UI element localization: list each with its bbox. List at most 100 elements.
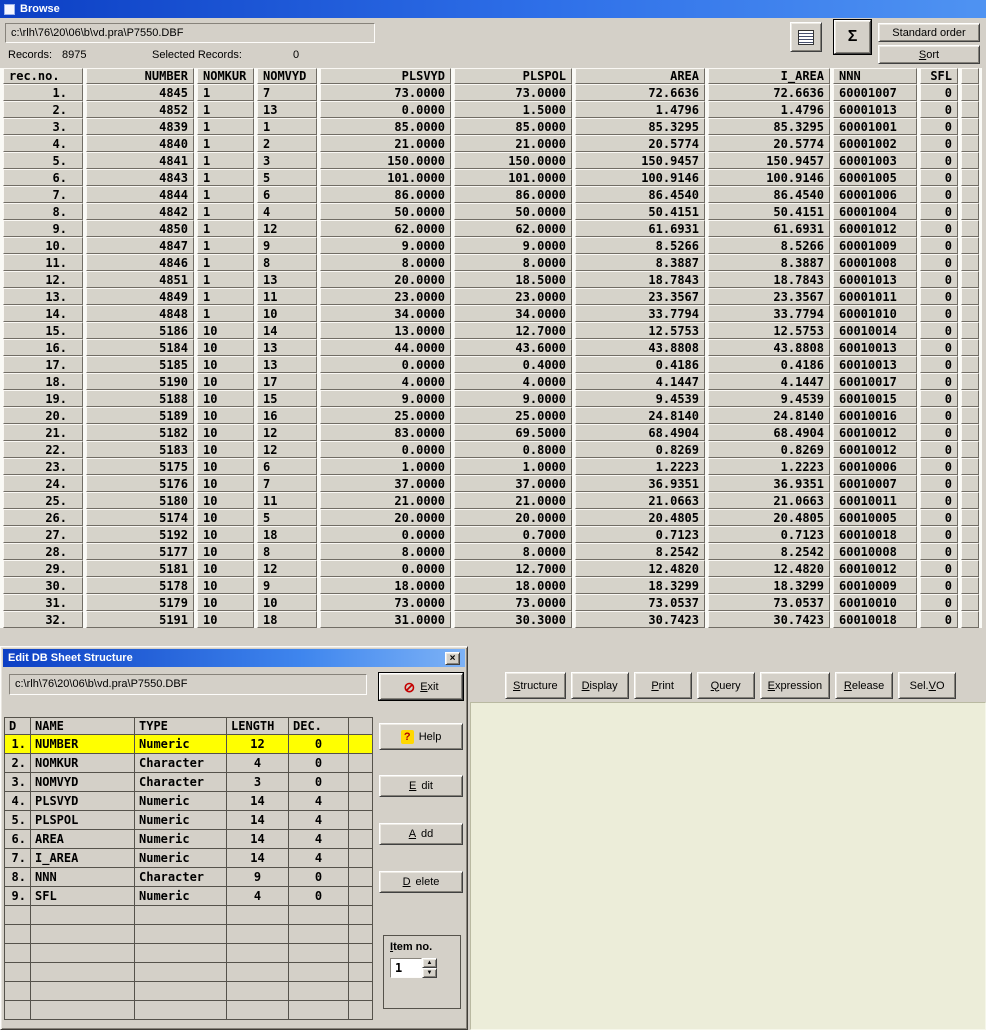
print-button[interactable]: Print <box>634 672 692 699</box>
cell-no: 1. <box>5 735 31 754</box>
table-row[interactable]: 15. 5186 10 14 13.0000 12.7000 12.5753 1… <box>3 322 979 339</box>
table-row[interactable]: 22. 5183 10 12 0.0000 0.8000 0.8269 0.82… <box>3 441 979 458</box>
notes-button[interactable] <box>790 22 822 52</box>
table-row[interactable]: 18. 5190 10 17 4.0000 4.0000 4.1447 4.14… <box>3 373 979 390</box>
structure-row[interactable]: 8. NNN Character 9 0 <box>5 868 373 887</box>
table-row[interactable]: 2. 4852 1 13 0.0000 1.5000 1.4796 1.4796… <box>3 101 979 118</box>
table-row[interactable]: 11. 4846 1 8 8.0000 8.0000 8.3887 8.3887… <box>3 254 979 271</box>
edit-button[interactable]: Edit <box>379 775 463 797</box>
cell-spare <box>961 560 979 577</box>
table-row[interactable]: 10. 4847 1 9 9.0000 9.0000 8.5266 8.5266… <box>3 237 979 254</box>
selected-records-value: 0 <box>293 49 299 61</box>
sigma-icon: Σ <box>848 28 858 46</box>
table-row[interactable]: 27. 5192 10 18 0.0000 0.7000 0.7123 0.71… <box>3 526 979 543</box>
table-row[interactable]: 1. 4845 1 7 73.0000 73.0000 72.6636 72.6… <box>3 84 979 101</box>
cell-nomkur: 10 <box>197 356 254 373</box>
cell-number: 5175 <box>86 458 194 475</box>
cell-number: 4843 <box>86 169 194 186</box>
cell-nnn: 60010011 <box>833 492 917 509</box>
structure-row[interactable]: 1. NUMBER Numeric 12 0 <box>5 735 373 754</box>
cell-spare <box>961 526 979 543</box>
table-row[interactable]: 6. 4843 1 5 101.0000 101.0000 100.9146 1… <box>3 169 979 186</box>
cell-dec: 0 <box>289 773 349 792</box>
close-icon[interactable]: × <box>445 652 460 665</box>
cell-i-area: 43.8808 <box>708 339 830 356</box>
cell-i-area: 30.7423 <box>708 611 830 628</box>
table-row[interactable]: 21. 5182 10 12 83.0000 69.5000 68.4904 6… <box>3 424 979 441</box>
cell-plsvyd: 0.0000 <box>320 526 451 543</box>
structure-row[interactable]: 3. NOMVYD Character 3 0 <box>5 773 373 792</box>
table-row[interactable]: 17. 5185 10 13 0.0000 0.4000 0.4186 0.41… <box>3 356 979 373</box>
exit-button[interactable]: ⊘ Exit <box>379 673 463 700</box>
spin-up-icon[interactable]: ▲ <box>422 958 437 968</box>
help-button[interactable]: ? Help <box>379 723 463 750</box>
cell-nnn: 60001011 <box>833 288 917 305</box>
structure-row[interactable]: 6. AREA Numeric 14 4 <box>5 830 373 849</box>
cell-name: NUMBER <box>31 735 135 754</box>
table-row[interactable]: 23. 5175 10 6 1.0000 1.0000 1.2223 1.222… <box>3 458 979 475</box>
delete-button[interactable]: Delete <box>379 871 463 893</box>
cell-plsvyd: 20.0000 <box>320 509 451 526</box>
structure-row[interactable]: 9. SFL Numeric 4 0 <box>5 887 373 906</box>
item-no-input[interactable] <box>390 958 422 978</box>
cell-nnn: 60010018 <box>833 526 917 543</box>
add-button[interactable]: Add <box>379 823 463 845</box>
file-path-display: c:\rlh\76\20\06\b\vd.pra\P7550.DBF <box>5 23 375 43</box>
cell-no: 7. <box>5 849 31 868</box>
cell-plsvyd: 9.0000 <box>320 390 451 407</box>
table-row[interactable]: 7. 4844 1 6 86.0000 86.0000 86.4540 86.4… <box>3 186 979 203</box>
query-button[interactable]: Query <box>697 672 755 699</box>
table-row[interactable]: 13. 4849 1 11 23.0000 23.0000 23.3567 23… <box>3 288 979 305</box>
cell-plsvyd: 85.0000 <box>320 118 451 135</box>
structure-row[interactable]: 2. NOMKUR Character 4 0 <box>5 754 373 773</box>
table-row[interactable]: 24. 5176 10 7 37.0000 37.0000 36.9351 36… <box>3 475 979 492</box>
table-row[interactable]: 31. 5179 10 10 73.0000 73.0000 73.0537 7… <box>3 594 979 611</box>
cell-area: 18.3299 <box>575 577 705 594</box>
table-row[interactable]: 26. 5174 10 5 20.0000 20.0000 20.4805 20… <box>3 509 979 526</box>
table-row[interactable]: 16. 5184 10 13 44.0000 43.6000 43.8808 4… <box>3 339 979 356</box>
table-row[interactable]: 19. 5188 10 15 9.0000 9.0000 9.4539 9.45… <box>3 390 979 407</box>
structure-button[interactable]: Structure <box>505 672 566 699</box>
table-row[interactable]: 8. 4842 1 4 50.0000 50.0000 50.4151 50.4… <box>3 203 979 220</box>
table-row[interactable]: 3. 4839 1 1 85.0000 85.0000 85.3295 85.3… <box>3 118 979 135</box>
cell-plsvyd: 0.0000 <box>320 101 451 118</box>
cell-i-area: 72.6636 <box>708 84 830 101</box>
cell-name: NNN <box>31 868 135 887</box>
table-row[interactable]: 4. 4840 1 2 21.0000 21.0000 20.5774 20.5… <box>3 135 979 152</box>
table-row[interactable]: 5. 4841 1 3 150.0000 150.0000 150.9457 1… <box>3 152 979 169</box>
expression-button[interactable]: Expression <box>760 672 830 699</box>
structure-row[interactable]: 5. PLSPOL Numeric 14 4 <box>5 811 373 830</box>
table-row[interactable]: 30. 5178 10 9 18.0000 18.0000 18.3299 18… <box>3 577 979 594</box>
sum-button[interactable]: Σ <box>834 20 871 54</box>
col-plspol: PLSPOL <box>454 68 572 84</box>
structure-row[interactable]: 4. PLSVYD Numeric 14 4 <box>5 792 373 811</box>
sort-button[interactable]: Sort <box>878 45 980 64</box>
table-row[interactable]: 32. 5191 10 18 31.0000 30.3000 30.7423 3… <box>3 611 979 628</box>
cell-nomvyd: 10 <box>257 305 317 322</box>
table-row[interactable]: 20. 5189 10 16 25.0000 25.0000 24.8140 2… <box>3 407 979 424</box>
sel-vo-button[interactable]: Sel. VO <box>898 672 956 699</box>
cell-nomvyd: 7 <box>257 84 317 101</box>
cell-area: 8.3887 <box>575 254 705 271</box>
cell-number: 4852 <box>86 101 194 118</box>
table-row[interactable]: 14. 4848 1 10 34.0000 34.0000 33.7794 33… <box>3 305 979 322</box>
standard-order-button[interactable]: Standard order <box>878 23 980 42</box>
cell-area: 8.2542 <box>575 543 705 560</box>
table-row[interactable]: 28. 5177 10 8 8.0000 8.0000 8.2542 8.254… <box>3 543 979 560</box>
structure-row[interactable]: 7. I_AREA Numeric 14 4 <box>5 849 373 868</box>
cell-recno: 15. <box>3 322 83 339</box>
item-no-spinner: ▲ ▼ <box>390 958 454 978</box>
table-row[interactable]: 25. 5180 10 11 21.0000 21.0000 21.0663 2… <box>3 492 979 509</box>
structure-table: D NAME TYPE LENGTH DEC. 1. NUMBER Numeri… <box>4 717 373 1020</box>
table-row[interactable]: 29. 5181 10 12 0.0000 12.7000 12.4820 12… <box>3 560 979 577</box>
table-row[interactable]: 9. 4850 1 12 62.0000 62.0000 61.6931 61.… <box>3 220 979 237</box>
cell-recno: 1. <box>3 84 83 101</box>
cell-name: PLSPOL <box>31 811 135 830</box>
spin-down-icon[interactable]: ▼ <box>422 968 437 978</box>
release-button[interactable]: Release <box>835 672 893 699</box>
display-button[interactable]: Display <box>571 672 629 699</box>
table-row[interactable]: 12. 4851 1 13 20.0000 18.5000 18.7843 18… <box>3 271 979 288</box>
cell-nomvyd: 9 <box>257 577 317 594</box>
cell-spare <box>961 203 979 220</box>
cell-recno: 21. <box>3 424 83 441</box>
